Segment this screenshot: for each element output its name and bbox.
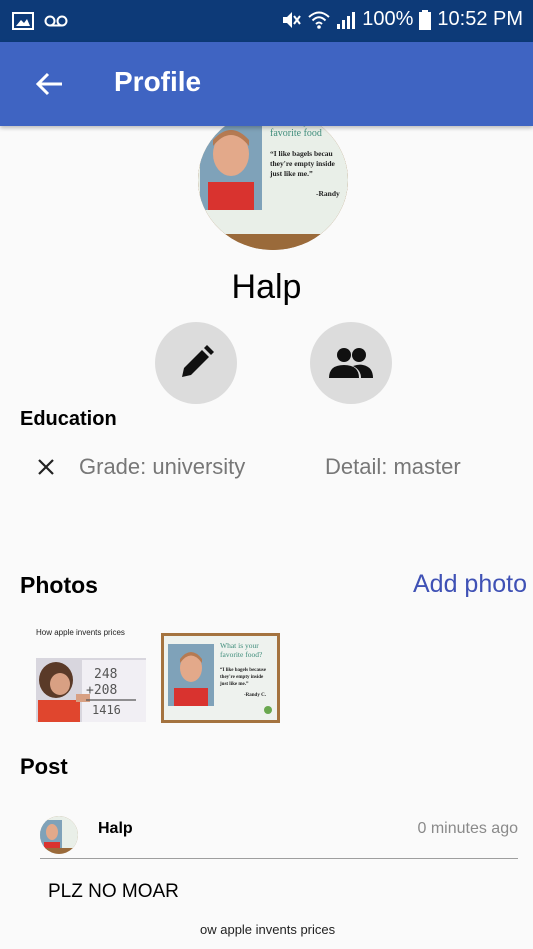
clock: 10:52 PM	[437, 8, 523, 30]
back-arrow-icon[interactable]	[34, 68, 66, 100]
battery-percent: 100%	[362, 8, 414, 30]
photo-thumbnail-1[interactable]: How apple invents prices 248 +208 1416	[34, 628, 152, 724]
photo-caption: How apple invents prices	[36, 628, 125, 637]
friends-button[interactable]	[310, 322, 392, 404]
photo-thumbnail-2[interactable]: What is your favorite food? “I like bage…	[161, 633, 280, 723]
poster-author: -Randy C.	[244, 693, 267, 698]
svg-text:“I like bagels becau: “I like bagels becau	[270, 149, 333, 158]
education-heading: Education	[20, 408, 117, 430]
education-detail: Detail: master	[325, 454, 461, 479]
post-photo-caption: ow apple invents prices	[200, 922, 336, 937]
status-bar: 100% 10:52 PM	[0, 0, 533, 42]
post-author-avatar[interactable]	[40, 816, 78, 854]
education-grade: Grade: university	[79, 454, 246, 479]
post-text: PLZ NO MOAR	[48, 881, 179, 902]
edit-profile-button[interactable]	[155, 322, 237, 404]
people-icon	[329, 348, 373, 378]
mute-icon	[283, 11, 302, 28]
svg-text:just like me.”: just like me.”	[269, 169, 313, 178]
post-time: 0 minutes ago	[417, 820, 518, 837]
photo-whiteboard: 248 +208 1416	[36, 658, 146, 722]
pencil-icon	[182, 345, 214, 377]
signal-icon	[337, 11, 356, 29]
svg-text:favorite food: favorite food	[270, 128, 322, 139]
close-icon[interactable]	[37, 458, 55, 476]
voicemail-icon	[44, 15, 68, 27]
post-author: Halp	[98, 820, 133, 837]
gallery-icon	[12, 12, 34, 30]
post-heading: Post	[20, 754, 68, 779]
photos-heading: Photos	[20, 572, 98, 598]
svg-text:-Randy: -Randy	[316, 189, 340, 198]
board-line-2: +208	[86, 683, 117, 698]
board-line-3: 1416	[92, 703, 121, 717]
mini-avatar-photo	[40, 816, 78, 854]
svg-text:What is your: What is your	[220, 641, 259, 650]
page-title: Profile	[114, 66, 202, 97]
board-line-1: 248	[94, 667, 117, 682]
avatar-photo: What is your favorite food “I like bagel…	[198, 110, 348, 250]
svg-text:they're empty inside: they're empty inside	[270, 159, 336, 168]
photo-poster: What is your favorite food? “I like bage…	[164, 636, 277, 720]
svg-text:they're empty inside: they're empty inside	[220, 675, 264, 680]
app-bar: Profile	[0, 42, 533, 126]
add-photo-link[interactable]: Add photo	[413, 570, 527, 599]
svg-text:just like me.”: just like me.”	[219, 682, 249, 687]
post-header: Halp 0 minutes ago	[40, 814, 518, 859]
education-row: Grade: university Detail: master	[0, 452, 533, 482]
svg-text:favorite food?: favorite food?	[220, 650, 263, 659]
battery-icon	[419, 9, 432, 30]
svg-text:“I like bagels because: “I like bagels because	[220, 667, 267, 673]
profile-avatar[interactable]: What is your favorite food “I like bagel…	[198, 110, 348, 250]
profile-name: Halp	[231, 268, 302, 306]
wifi-icon	[308, 11, 330, 29]
